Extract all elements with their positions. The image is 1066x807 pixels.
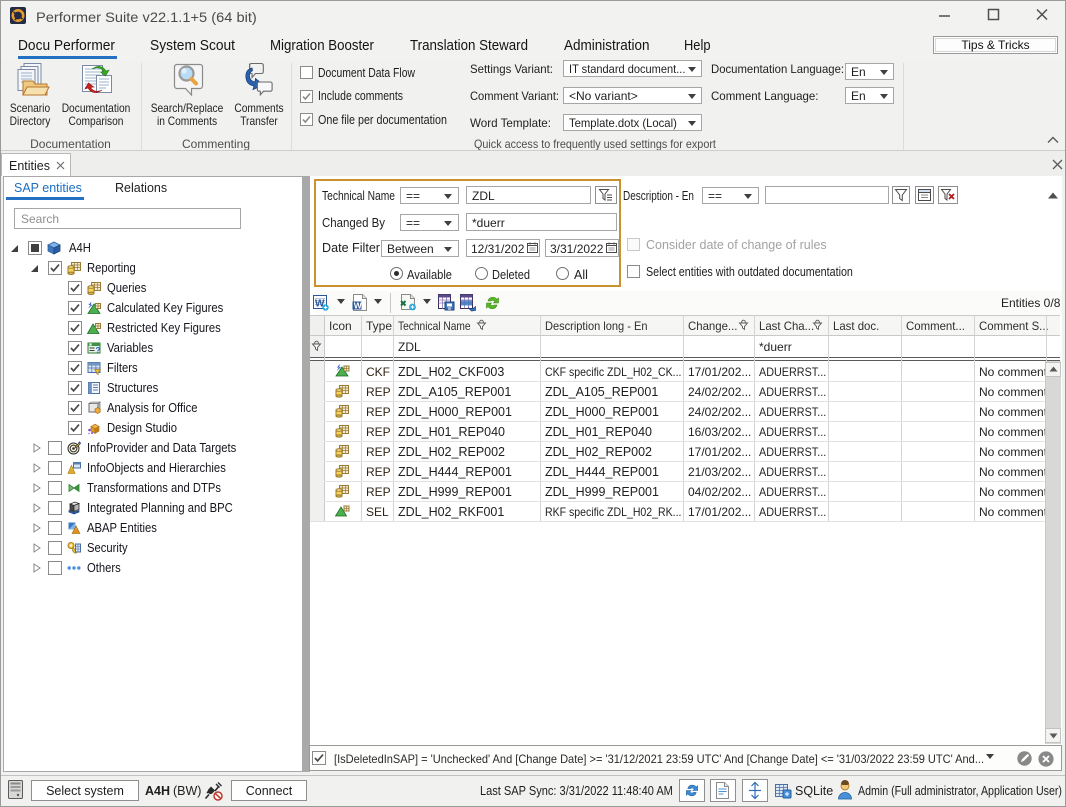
svg-text:W: W [354, 301, 363, 311]
svg-text:?: ? [96, 346, 101, 355]
